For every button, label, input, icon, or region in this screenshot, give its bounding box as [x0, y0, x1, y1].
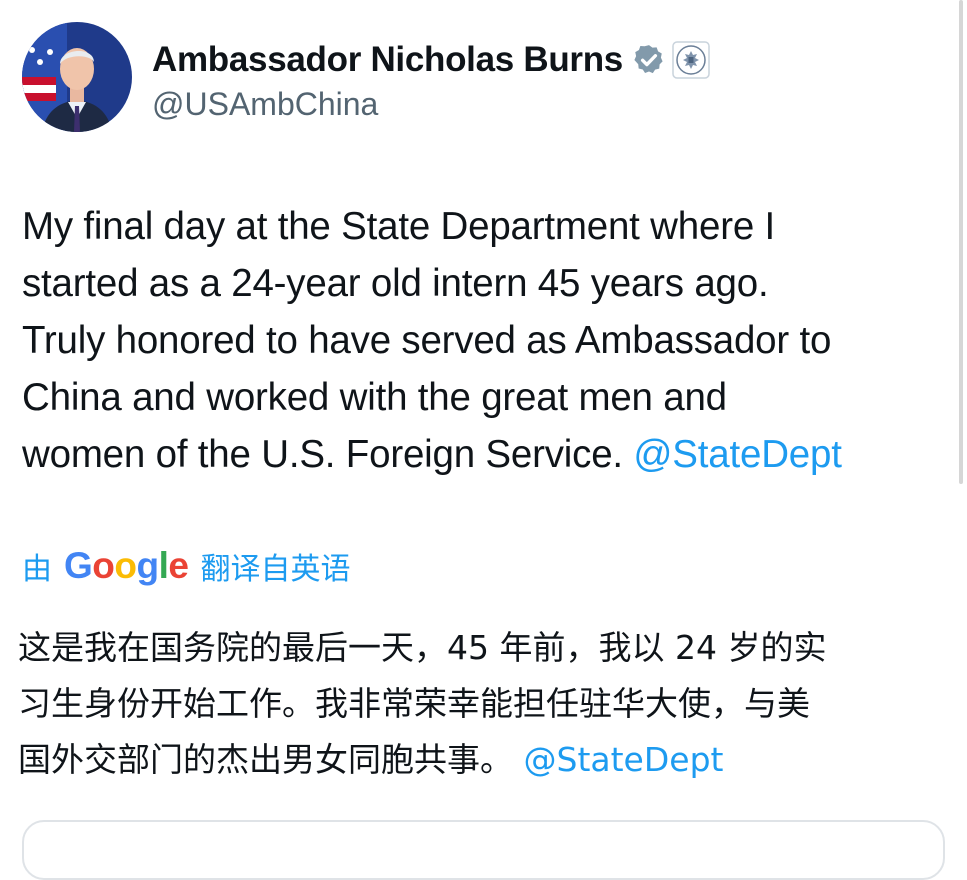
- avatar-photo: [22, 22, 132, 132]
- translated-text-line-last: 国外交部门的杰出男女同胞共事。 @StateDept: [18, 732, 948, 788]
- tweet-text-line-last: women of the U.S. Foreign Service. @Stat…: [22, 426, 952, 483]
- translated-mention-link[interactable]: @StateDept: [524, 740, 724, 779]
- display-name-row: Ambassador Nicholas Burns: [152, 38, 710, 82]
- tweet-text-line: started as a 24-year old intern 45 years…: [22, 262, 769, 305]
- mention-link[interactable]: @StateDept: [633, 433, 842, 476]
- tweet-text-line: Truly honored to have served as Ambassad…: [22, 319, 832, 362]
- tweet-header: Ambassador Nicholas Burns @USAmbChina: [22, 22, 710, 132]
- translate-prefix: 由: [22, 553, 52, 586]
- verified-badge-icon: [632, 43, 666, 77]
- tweet-text: My final day at the State Department whe…: [22, 198, 952, 483]
- translated-text-line: 这是我在国务院的最后一天，45 年前，我以 24 岁的实: [18, 628, 827, 667]
- tweet-text-line: China and worked with the great men and: [22, 376, 727, 419]
- avatar[interactable]: [22, 22, 132, 132]
- translated-text-fragment: 国外交部门的杰出男女同胞共事。: [18, 740, 524, 779]
- tweet-text-line: My final day at the State Department whe…: [22, 205, 776, 248]
- translated-text-line: 习生身份开始工作。我非常荣幸能担任驻华大使，与美: [18, 684, 810, 723]
- account-handle[interactable]: @USAmbChina: [152, 86, 710, 123]
- translate-suffix: 翻译自英语: [200, 553, 351, 586]
- tweet-text-fragment: women of the U.S. Foreign Service.: [22, 433, 634, 476]
- account-names: Ambassador Nicholas Burns @USAmbChina: [152, 22, 710, 123]
- state-department-seal-icon[interactable]: [672, 41, 710, 79]
- scrollbar[interactable]: [959, 0, 963, 484]
- display-name[interactable]: Ambassador Nicholas Burns: [152, 40, 623, 80]
- translated-by-google-link[interactable]: 由 Google 翻译自英语: [22, 541, 350, 591]
- google-logo: Google: [64, 545, 189, 586]
- quote-card[interactable]: [22, 820, 945, 880]
- translated-text: 这是我在国务院的最后一天，45 年前，我以 24 岁的实 习生身份开始工作。我非…: [18, 620, 948, 788]
